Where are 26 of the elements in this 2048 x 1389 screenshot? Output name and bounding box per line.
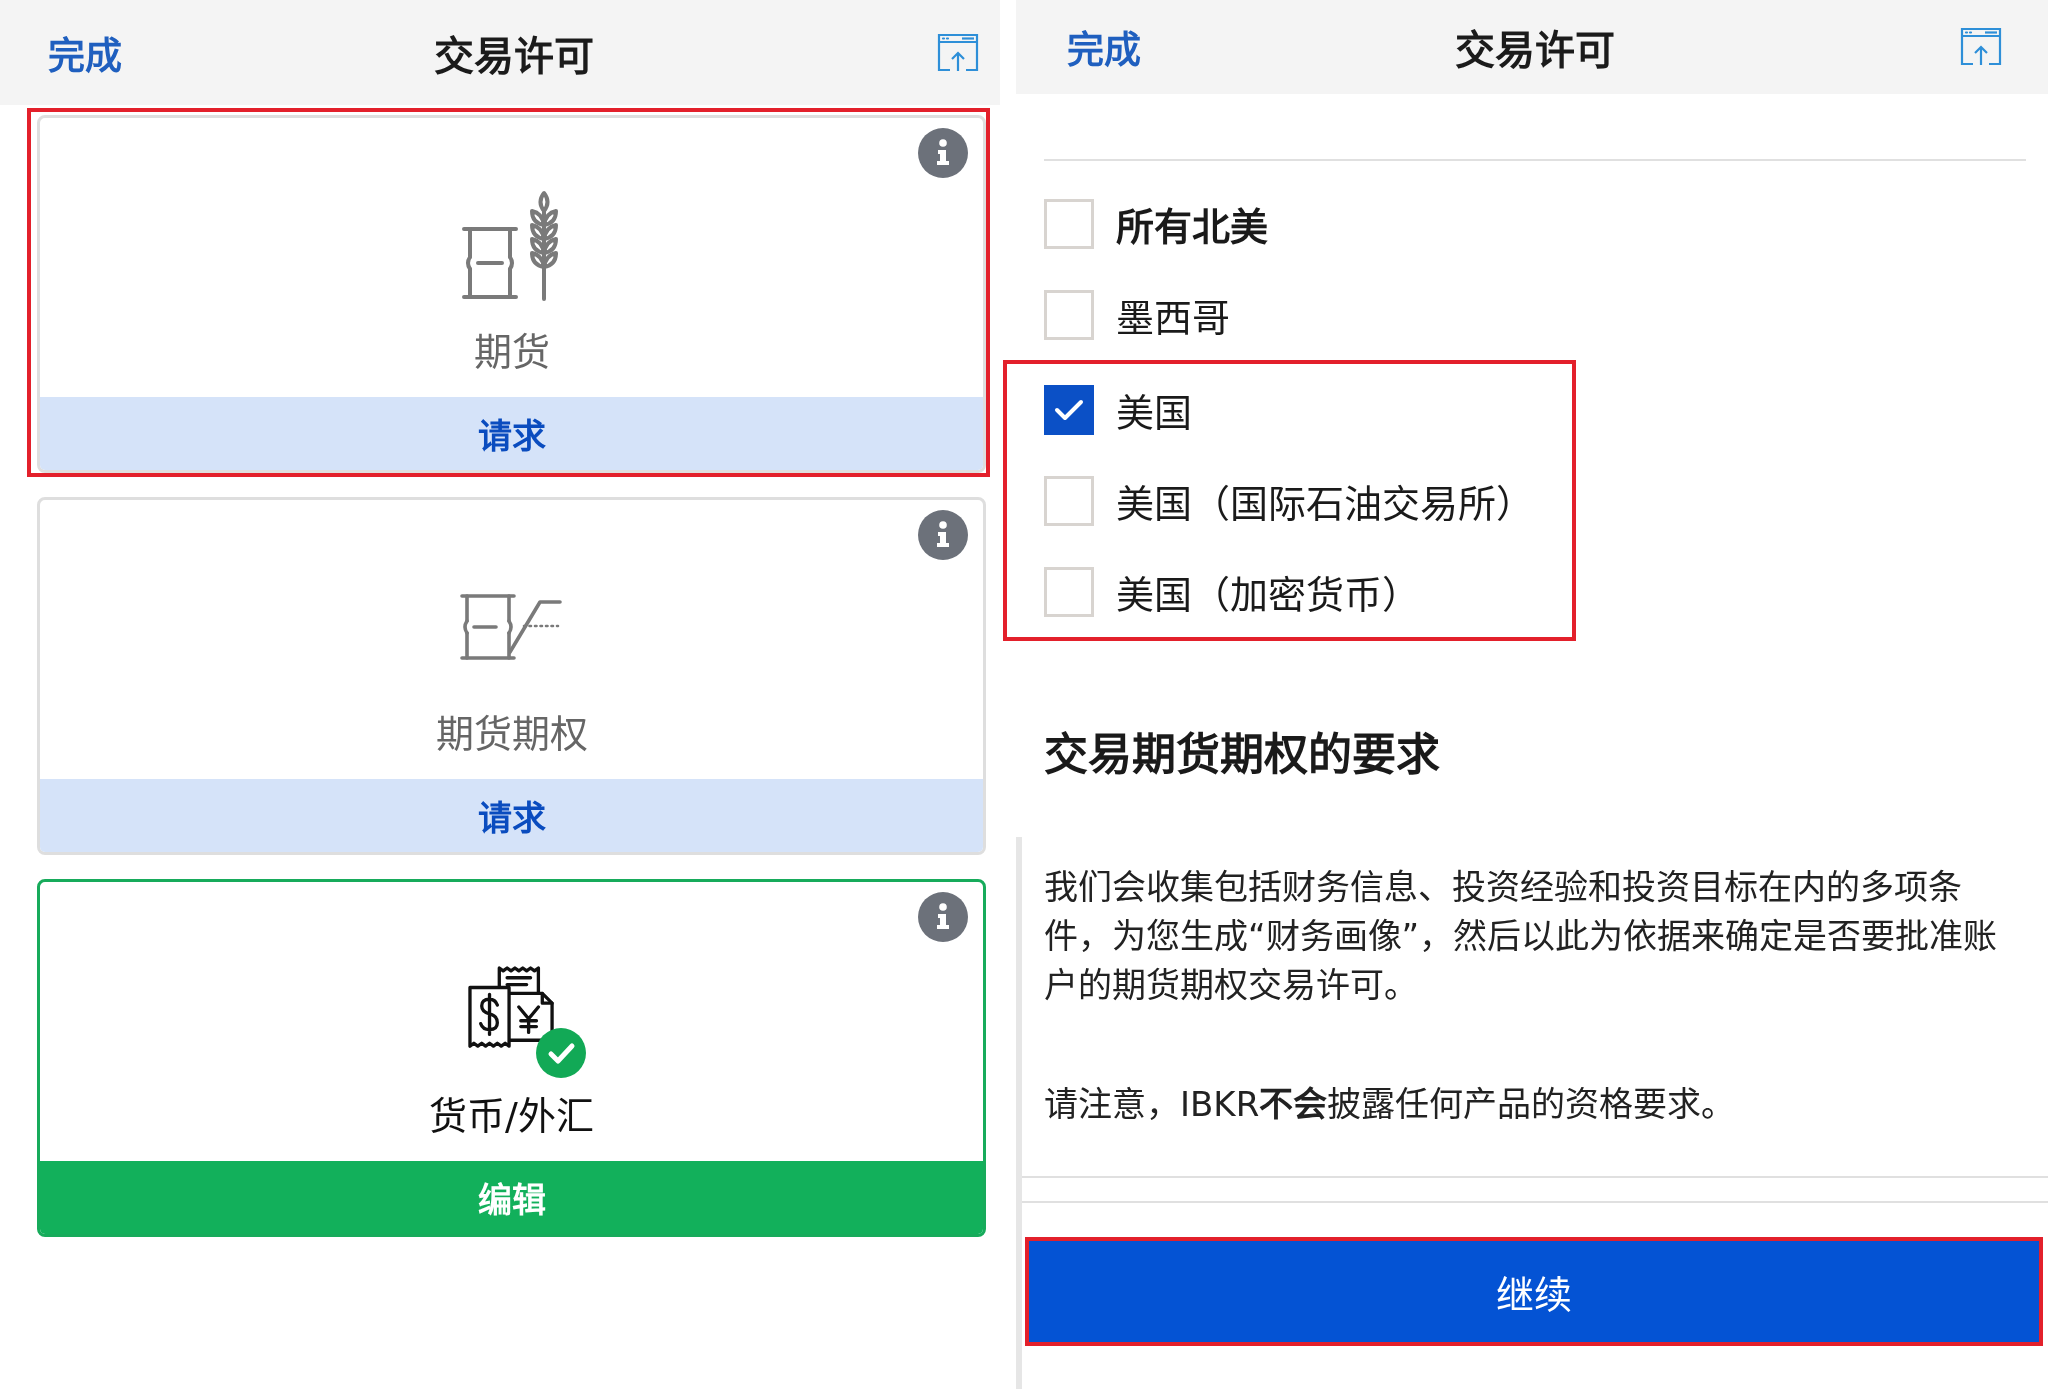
checkbox[interactable] [1044, 384, 1094, 435]
continue-button[interactable]: 继续 [1029, 1241, 2039, 1342]
action-button[interactable]: 请求 [40, 779, 983, 852]
screen-title: 交易许可 [1455, 26, 1615, 75]
option-label: 墨西哥 [1116, 295, 1230, 342]
product-label: 期货期权 [435, 711, 588, 758]
check-icon [1054, 397, 1084, 422]
section-heading: 交易期货期权的要求 [1044, 730, 1440, 780]
done-link[interactable]: 完成 [1067, 20, 1141, 74]
barrel-chart-icon [459, 594, 564, 660]
product-label: 期货 [473, 329, 550, 376]
option-label: 美国（加密货币） [1116, 572, 1420, 619]
body-text: 请注意，IBKR不会披露任何产品的资格要求。 [1043, 1083, 1737, 1126]
info-icon[interactable] [918, 128, 968, 178]
option-label: 美国 [1116, 390, 1192, 437]
body-text: 我们会收集包括财务信息、投资经验和投资目标在内的多项条件，为您生成“财务画像”，然后以此为依据来确定是否要批准账户的期货期权交易许可。 [1043, 866, 1999, 1007]
screen-title: 交易许可 [434, 31, 594, 81]
info-icon[interactable] [918, 892, 968, 942]
product-label: 货币/外汇 [429, 1093, 594, 1140]
info-icon[interactable] [918, 510, 968, 560]
upload-window-icon[interactable] [936, 32, 980, 73]
option-label: 美国（国际石油交易所） [1116, 481, 1534, 528]
done-link[interactable]: 完成 [48, 25, 122, 80]
option-label: 所有北美 [1116, 204, 1268, 251]
action-button[interactable]: 请求 [40, 397, 983, 470]
upload-window-icon[interactable] [1959, 27, 2003, 67]
